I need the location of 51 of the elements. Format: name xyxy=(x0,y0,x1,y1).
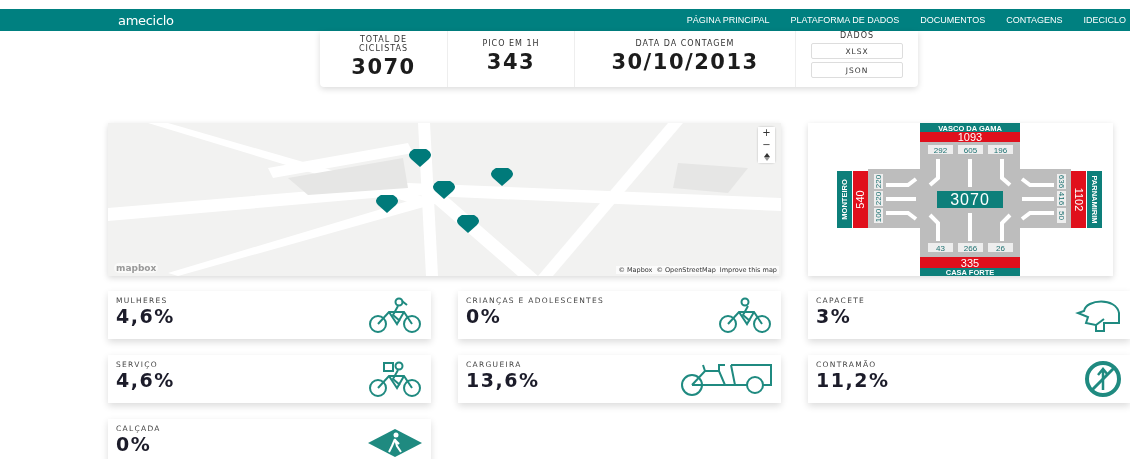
indicator-value: 4,6% xyxy=(116,305,175,327)
movement-count: 26 xyxy=(988,243,1013,253)
cyclist-icon xyxy=(367,297,423,333)
indicator-value: 13,6% xyxy=(466,369,540,391)
street-total: 540 xyxy=(853,171,868,228)
map-pin-icon[interactable] xyxy=(432,181,456,199)
nav-link[interactable]: IDECICLO xyxy=(1083,15,1126,25)
movement-count: 416 xyxy=(1057,191,1066,206)
movement-count: 266 xyxy=(958,243,983,253)
stat-value: 343 xyxy=(486,50,536,74)
movement-count: 196 xyxy=(988,145,1013,155)
downloads-label: DADOS xyxy=(840,31,874,40)
total-count: 3070 xyxy=(937,191,1003,208)
street-total: 335 xyxy=(920,256,1020,269)
movement-count: 636 xyxy=(1057,174,1066,189)
indicator-value: 0% xyxy=(116,433,153,455)
stat-value: 30/10/2013 xyxy=(611,50,759,74)
zoom-button[interactable]: − xyxy=(758,139,775,151)
indicator-value: 11,2% xyxy=(816,369,890,391)
ameciclo-logo[interactable]: ameciclo xyxy=(118,12,174,28)
nav-link[interactable]: PÁGINA PRINCIPAL xyxy=(686,15,770,25)
movement-count: 100 xyxy=(874,208,883,223)
cargo-bike-icon xyxy=(679,361,773,397)
movement-count: 50 xyxy=(1057,208,1066,223)
movement-count: 605 xyxy=(958,145,983,155)
movement-count: 220 xyxy=(874,191,883,206)
stat-value: 3070 xyxy=(351,55,416,79)
compass-icon xyxy=(763,153,770,161)
movement-count: 220 xyxy=(874,174,883,189)
stat-label: DATA DA CONTAGEM xyxy=(635,39,735,48)
indicator-value: 0% xyxy=(466,305,503,327)
cyclist-icon xyxy=(717,297,773,333)
map-pin-icon[interactable] xyxy=(408,149,432,167)
map-pin-icon[interactable] xyxy=(490,168,514,186)
nav-link[interactable]: DOCUMENTOS xyxy=(920,15,986,25)
no-entry-icon xyxy=(1084,360,1122,398)
movement-count: 43 xyxy=(928,243,953,253)
movement-count: 292 xyxy=(928,145,953,155)
nav-link[interactable]: CONTAGENS xyxy=(1006,15,1063,25)
cyclist-icon xyxy=(367,361,423,397)
compass-button[interactable] xyxy=(758,151,775,163)
map-pin-icon[interactable] xyxy=(375,195,399,213)
street-total: 1093 xyxy=(920,131,1020,143)
street-total: 1102 xyxy=(1071,171,1086,228)
indicator-value: 4,6% xyxy=(116,369,175,391)
zoom-button[interactable]: + xyxy=(758,127,775,139)
stat-label: PICO EM 1H xyxy=(482,39,540,48)
map-pin-icon[interactable] xyxy=(456,215,480,233)
stat-label: TOTAL DE CICLISTAS xyxy=(357,35,410,53)
nav-link[interactable]: PLATAFORMA DE DADOS xyxy=(790,15,900,25)
indicator-value: 3% xyxy=(816,305,853,327)
